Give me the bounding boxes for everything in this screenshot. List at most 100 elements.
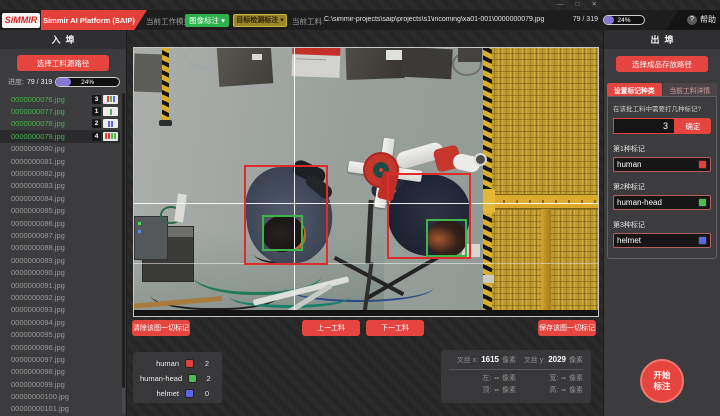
crosshair-y-label: 叉丝 y: <box>524 355 545 365</box>
equipment-box <box>133 53 164 92</box>
file-name: 0000000088.jpg <box>11 243 118 252</box>
file-list-item[interactable]: 0000000090.jpg <box>0 266 120 278</box>
label-config-box: 在该批工料中需要打几种标记? 确定 第1种标记 第2种标记 第3种标记 <box>607 96 717 259</box>
class-tick <box>108 133 110 139</box>
previous-item-button[interactable]: 上一工料 <box>302 320 360 336</box>
legend-color-swatch <box>188 374 197 383</box>
cable <box>230 286 350 308</box>
class-count-input[interactable] <box>613 118 675 134</box>
file-list-item[interactable]: 0000000081.jpg <box>0 155 120 167</box>
next-item-button[interactable]: 下一工料 <box>366 320 424 336</box>
outbound-tabs: 设置标记种类 当前工料详情 <box>607 83 717 96</box>
file-list-item[interactable]: 0000000099.jpg <box>0 378 120 390</box>
file-list-item[interactable]: 0000000096.jpg <box>0 341 120 353</box>
annotation-canvas[interactable] <box>133 47 599 317</box>
current-file-path: C:\simmir-projects\saip\projects\s1\inco… <box>324 16 560 23</box>
target-detection-mode-dropdown[interactable]: 目标检测标注 ▾ <box>233 14 287 27</box>
file-list-item[interactable]: 0000000089.jpg <box>0 254 120 266</box>
box-left-value: -- <box>494 375 499 382</box>
label-class-input[interactable] <box>617 198 695 207</box>
image-annotation-mode-dropdown[interactable]: 图像标注 ▾ <box>185 14 229 27</box>
progress-label: 进度: <box>8 77 24 87</box>
app-title: Simmir AI Platform (SAIP) <box>41 10 147 30</box>
legend-color-swatch <box>185 359 194 368</box>
pixel-unit: 像素 <box>569 355 583 365</box>
file-list-item[interactable]: 0000000092.jpg <box>0 291 120 303</box>
window-titlebar: — □ ✕ <box>0 0 720 10</box>
file-name: 0000000091.jpg <box>11 281 118 290</box>
file-name: 0000000077.jpg <box>11 107 92 116</box>
file-list-item[interactable]: 0000000077.jpg 1 <box>0 105 120 117</box>
minimize-icon[interactable]: — <box>557 1 564 9</box>
file-list-item[interactable]: 0000000086.jpg <box>0 217 120 229</box>
scrollbar-thumb[interactable] <box>122 93 125 388</box>
file-list-item[interactable]: 0000000079.jpg 4 <box>0 130 120 142</box>
hazard-pole <box>162 48 169 124</box>
app-logo: SiMMIR <box>2 13 40 28</box>
class-distribution-indicator <box>103 119 118 128</box>
file-list[interactable]: 0000000076.jpg 3 0000000077.jpg 1 000000… <box>0 93 126 416</box>
file-list-item[interactable]: 0000000093.jpg <box>0 304 120 316</box>
file-list-item[interactable]: 0000000076.jpg 3 <box>0 93 120 105</box>
equipment-label <box>252 54 262 60</box>
tab-set-label-classes[interactable]: 设置标记种类 <box>607 83 662 96</box>
legend-class-count: 2 <box>199 359 215 368</box>
file-list-item[interactable]: 0000000078.jpg 2 <box>0 118 120 130</box>
tab-current-item-details[interactable]: 当前工料详情 <box>663 83 718 96</box>
outbound-panel-title: 出埠 <box>604 30 720 49</box>
wall-socket <box>483 275 494 283</box>
crosshair-horizontal <box>134 203 599 204</box>
box-height-label: 高: <box>549 385 558 395</box>
file-list-item[interactable]: 0000000095.jpg <box>0 328 120 340</box>
pixel-unit: 像素 <box>502 355 516 365</box>
select-output-path-button[interactable]: 选择成品存放路径 <box>616 56 708 72</box>
inbound-progress-bar: 24% <box>55 77 120 87</box>
file-list-item[interactable]: 0000000091.jpg <box>0 279 120 291</box>
confirm-button[interactable]: 确定 <box>675 118 711 134</box>
file-list-item[interactable]: 0000000097.jpg <box>0 353 120 365</box>
file-list-item[interactable]: 0000000088.jpg <box>0 242 120 254</box>
legend-class-label: human-head <box>140 374 182 383</box>
file-list-item[interactable]: 0000000098.jpg <box>0 366 120 378</box>
file-list-item[interactable]: 00000000101.jpg <box>0 403 120 415</box>
inbound-progress-row: 进度: 79 / 319 24% <box>0 71 126 89</box>
file-name: 0000000078.jpg <box>11 119 92 128</box>
label-color-swatch[interactable] <box>698 160 707 169</box>
file-list-item[interactable]: 0000000080.jpg <box>0 143 120 155</box>
file-list-item[interactable]: 0000000094.jpg <box>0 316 120 328</box>
annotation-box-human-head[interactable] <box>426 219 467 257</box>
label-class-inputwrap <box>613 233 711 248</box>
class-tick <box>107 96 109 102</box>
file-list-item[interactable]: 00000000100.jpg <box>0 390 120 402</box>
class-tick <box>110 96 112 102</box>
file-name: 0000000092.jpg <box>11 293 118 302</box>
inbound-panel: 入埠 选择工料源路径 进度: 79 / 319 24% 0000000076.j… <box>0 30 127 416</box>
close-icon[interactable]: ✕ <box>591 1 596 9</box>
file-list-item[interactable]: 0000000087.jpg <box>0 229 120 241</box>
help-button[interactable]: ? 帮助 <box>687 14 716 25</box>
floor-line <box>134 263 599 264</box>
photo-bottom-edge <box>134 310 599 317</box>
equipment-box <box>217 47 274 87</box>
maximize-icon[interactable]: □ <box>576 1 580 9</box>
legend-row: helmet 0 <box>140 386 215 401</box>
clear-annotations-button[interactable]: 清除该图一切标记 <box>132 320 190 336</box>
equipment-label <box>386 50 402 60</box>
select-source-path-button[interactable]: 选择工料源路径 <box>17 55 109 71</box>
label-class-input[interactable] <box>617 160 695 169</box>
class-count-question: 在该批工料中需要打几种标记? <box>613 103 711 113</box>
progress-counter: 79 / 319 <box>27 79 52 86</box>
class-tick <box>114 133 116 139</box>
file-list-item[interactable]: 0000000082.jpg <box>0 167 120 179</box>
start-annotation-button[interactable]: 开始 标注 <box>640 359 684 403</box>
label-class-input[interactable] <box>617 236 695 245</box>
file-list-scrollbar[interactable] <box>122 93 125 414</box>
file-list-item[interactable]: 0000000085.jpg <box>0 205 120 217</box>
annotation-box-human-head[interactable] <box>262 215 303 251</box>
file-list-item[interactable]: 0000000084.jpg <box>0 192 120 204</box>
label-color-swatch[interactable] <box>698 198 707 207</box>
label-color-swatch[interactable] <box>698 236 707 245</box>
save-annotations-button[interactable]: 保存该图一切标记 <box>538 320 596 336</box>
equipment-box <box>458 48 482 62</box>
file-list-item[interactable]: 0000000083.jpg <box>0 180 120 192</box>
